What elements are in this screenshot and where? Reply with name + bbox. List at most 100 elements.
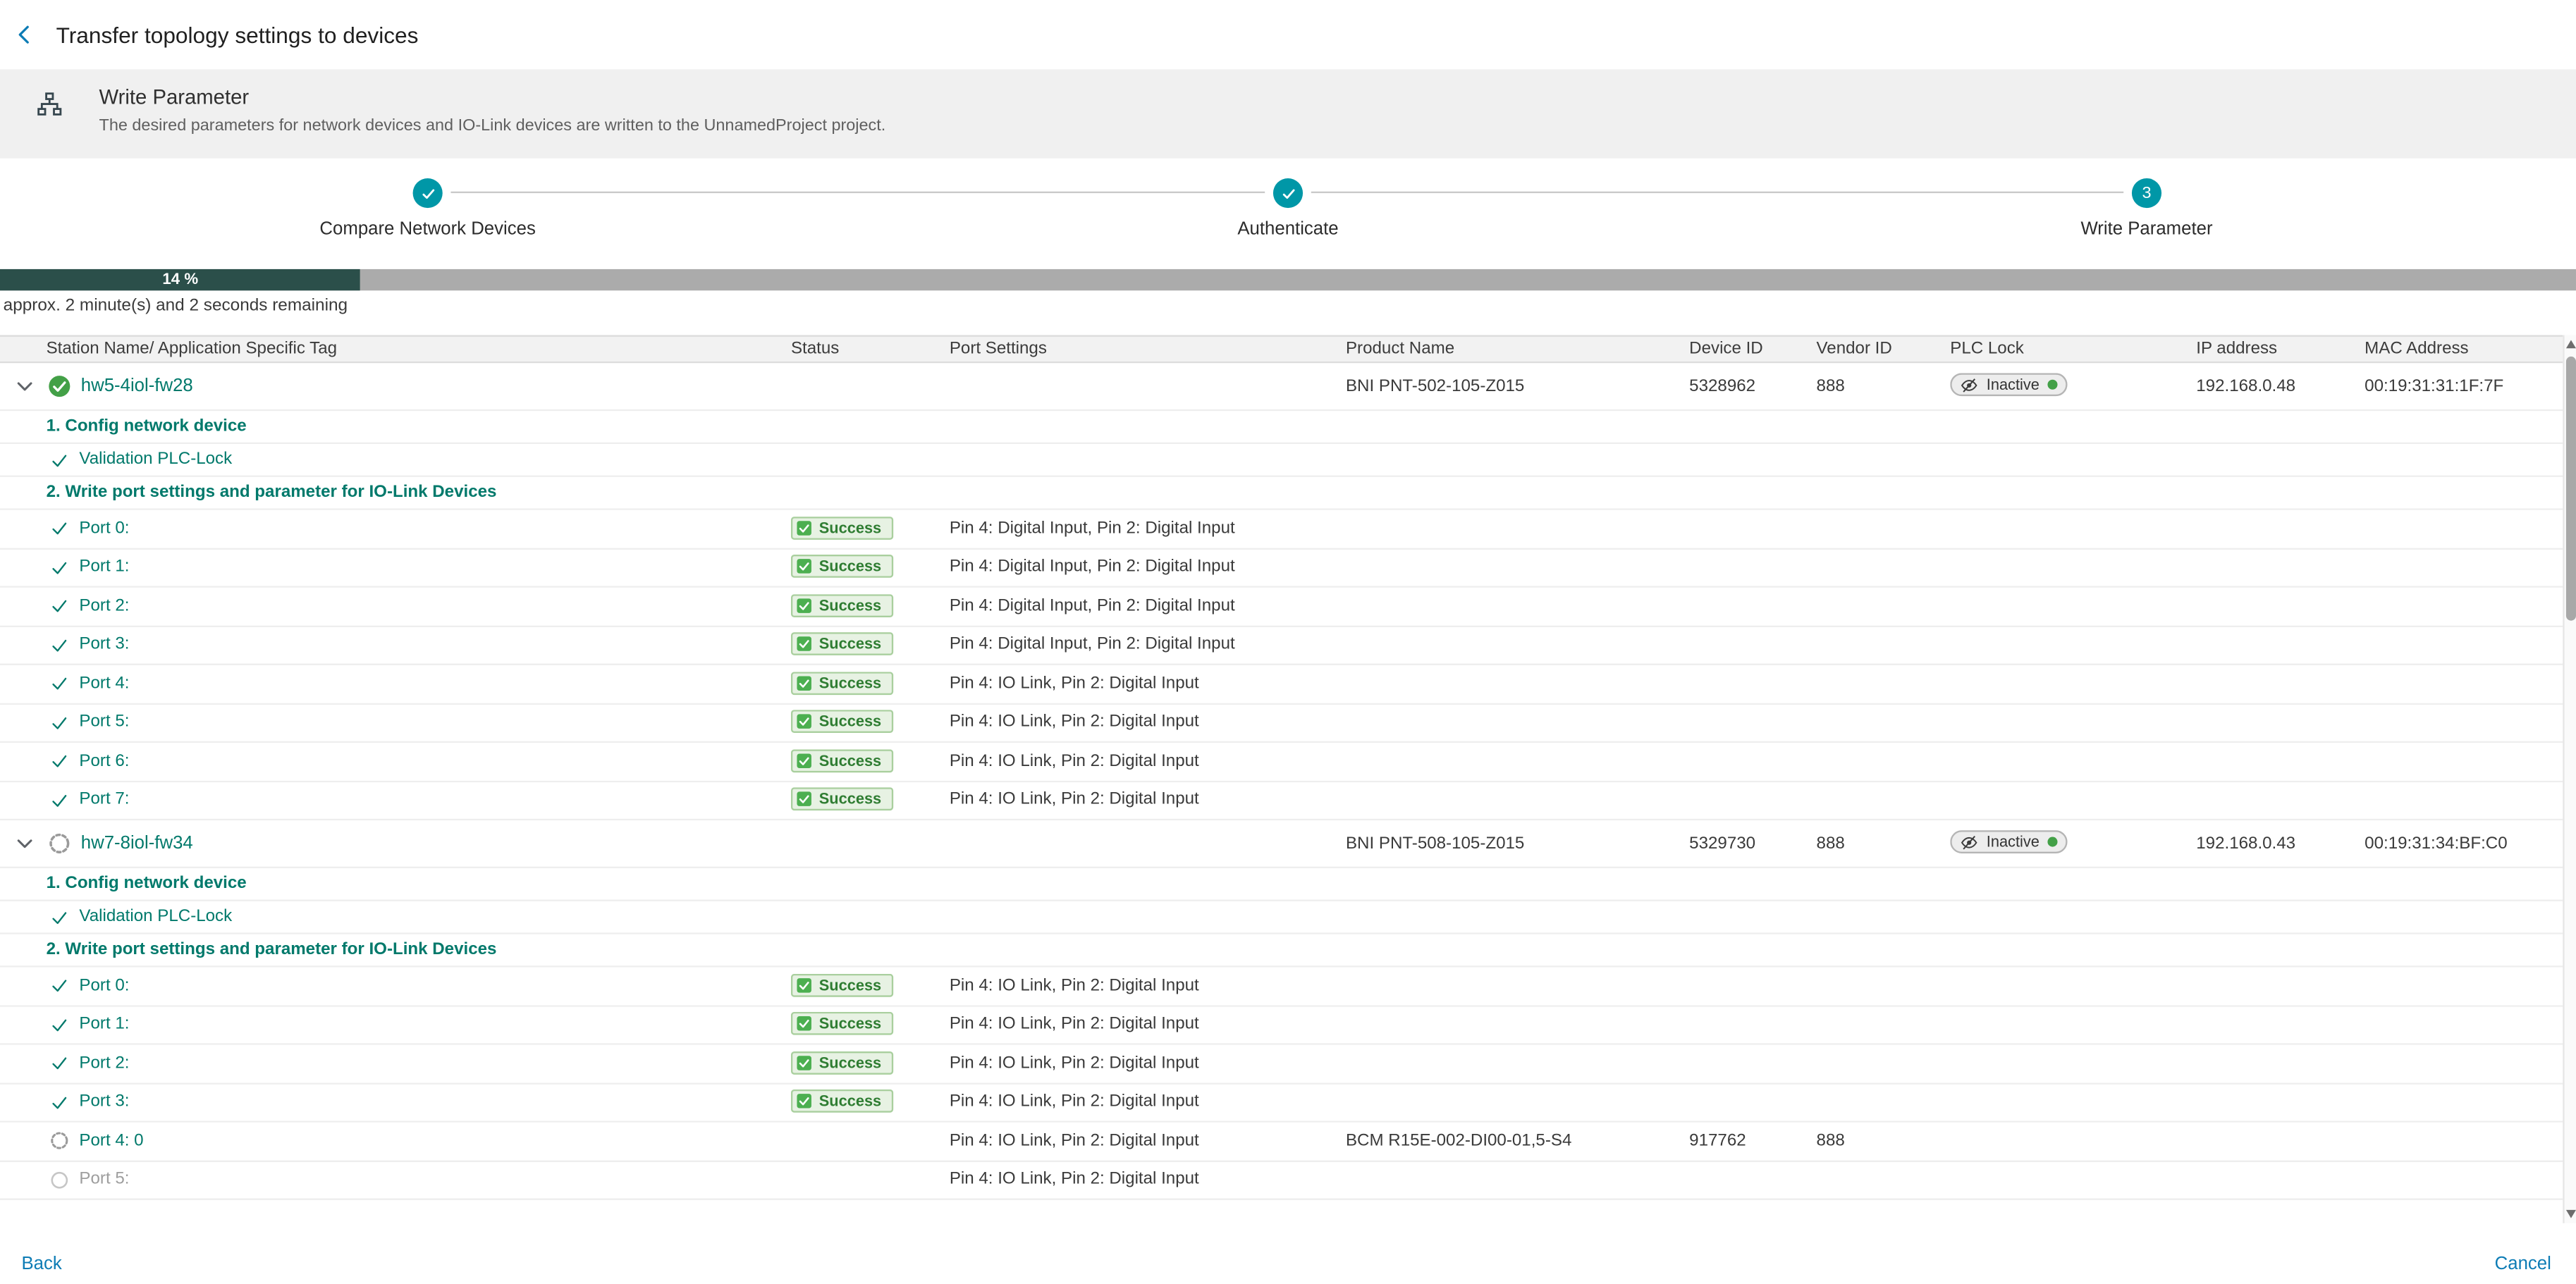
port-settings-cell: Pin 4: IO Link, Pin 2: Digital Input — [950, 1132, 1346, 1150]
table-row-port: Port 5:SuccessPin 4: IO Link, Pin 2: Dig… — [0, 704, 2563, 743]
column-header-8: MAC Address — [2365, 340, 2563, 359]
plc-lock-badge[interactable]: Inactive — [1950, 374, 2067, 397]
step-compare-network-devices[interactable]: Compare Network Devices — [230, 178, 626, 240]
row-label: Port 0: — [79, 977, 129, 995]
scroll-up-arrow-icon[interactable] — [2566, 340, 2576, 349]
table-row-section: 2. Write port settings and parameter for… — [0, 934, 2563, 968]
table-row-section: 1. Config network device — [0, 868, 2563, 901]
table-row-device[interactable]: hw7-8iol-fw34BNI PNT-508-105-Z0155329730… — [0, 820, 2563, 868]
station-cell: 1. Config network device — [0, 411, 791, 443]
row-label: Validation PLC-Lock — [79, 450, 232, 469]
check-icon — [796, 791, 812, 808]
status-dot — [2048, 380, 2058, 390]
status-badge: Success — [791, 517, 893, 540]
check-icon — [796, 1054, 812, 1070]
row-label: Port 7: — [79, 791, 129, 810]
step-write-parameter[interactable]: 3 Write Parameter — [1949, 178, 2345, 240]
plc-lock-badge[interactable]: Inactive — [1950, 831, 2067, 854]
status-cell: Success — [791, 1051, 950, 1075]
section-label: 2. Write port settings and parameter for… — [47, 483, 497, 502]
check-icon — [49, 751, 69, 771]
status-text: Success — [819, 753, 881, 769]
table-row-port: Port 0: Success Pin 4: Digital Input, Pin … — [0, 510, 2563, 549]
status-badge: Success — [791, 973, 893, 996]
check-icon — [796, 519, 812, 536]
station-cell: Port 2: — [0, 1045, 791, 1082]
status-text: Success — [819, 597, 881, 613]
row-label: Port 4: 0 — [79, 1132, 143, 1150]
status-cell: Success — [791, 672, 950, 696]
wizard-dialog: Transfer topology settings to devices Wr… — [0, 0, 2576, 1284]
scrollbar-thumb[interactable] — [2566, 357, 2576, 621]
status-cell: Success — [791, 594, 950, 619]
device-name[interactable]: hw5-4iol-fw28 — [81, 376, 193, 396]
station-cell: hw7-8iol-fw34 — [0, 820, 791, 867]
status-text: Success — [819, 1093, 881, 1109]
product-name-cell: BCM R15E-002-DI00-01,5-S4 — [1346, 1132, 1689, 1150]
row-label: Port 0: — [79, 519, 129, 538]
table-body: hw5-4iol-fw28BNI PNT-502-105-Z0155328962… — [0, 363, 2563, 1200]
check-icon — [49, 907, 69, 927]
chevron-down-icon[interactable] — [13, 375, 37, 398]
station-cell: Port 0: — [0, 510, 791, 548]
section-label: 2. Write port settings and parameter for… — [47, 941, 497, 959]
device-name[interactable]: hw7-8iol-fw34 — [81, 834, 193, 853]
eye-off-icon — [1960, 833, 1978, 851]
section-label: 1. Config network device — [47, 418, 247, 436]
step-done-icon — [1273, 178, 1303, 208]
status-text: Success — [819, 1054, 881, 1070]
status-badge: Success — [791, 1090, 893, 1113]
scroll-down-arrow-icon[interactable] — [2566, 1210, 2576, 1218]
plc-lock-label: Inactive — [1987, 377, 2040, 393]
status-dot — [2048, 837, 2058, 847]
port-settings-cell: Pin 4: IO Link, Pin 2: Digital Input — [950, 674, 1346, 693]
table-row-port: Port 3:SuccessPin 4: Digital Input, Pin … — [0, 626, 2563, 665]
step-authenticate[interactable]: Authenticate — [1090, 178, 1486, 240]
table-header: Station Name/ Application Specific TagSt… — [0, 335, 2563, 363]
check-icon — [49, 635, 69, 655]
ip-address-cell: 192.168.0.43 — [2196, 834, 2365, 853]
status-badge: Success — [791, 594, 893, 617]
status-text: Success — [819, 713, 881, 729]
mac-address-cell: 00:19:31:34:BF:C0 — [2365, 834, 2563, 853]
check-icon — [49, 596, 69, 616]
table-row-device[interactable]: hw5-4iol-fw28BNI PNT-502-105-Z0155328962… — [0, 363, 2563, 411]
section-label: 1. Config network device — [47, 875, 247, 893]
step-number-badge: 3 — [2132, 178, 2161, 208]
back-chevron-icon[interactable] — [13, 23, 37, 47]
column-header-4: Device ID — [1689, 340, 1816, 359]
vendor-id-cell: 888 — [1817, 1132, 1951, 1150]
table-row-port: Port 3:SuccessPin 4: IO Link, Pin 2: Dig… — [0, 1084, 2563, 1123]
check-icon — [49, 712, 69, 732]
chevron-down-icon[interactable] — [13, 832, 37, 856]
port-settings-cell: Pin 4: IO Link, Pin 2: Digital Input — [950, 713, 1346, 731]
check-icon — [796, 713, 812, 729]
station-cell: Port 5: — [0, 1161, 791, 1199]
plc-lock-label: Inactive — [1987, 834, 2040, 850]
port-settings-cell: Pin 4: Digital Input, Pin 2: Digital Inp… — [950, 519, 1346, 538]
table-row-port: Port 4: 0 Pin 4: IO Link, Pin 2: Digital … — [0, 1123, 2563, 1161]
status-badge: Success — [791, 633, 893, 656]
plc-lock-cell: Inactive — [1950, 374, 2196, 399]
table-row-check: Validation PLC-Lock — [0, 444, 2563, 477]
station-cell: Port 2: — [0, 588, 791, 625]
status-cell: Success — [791, 1090, 950, 1115]
check-icon — [796, 597, 812, 613]
port-settings-cell: Pin 4: IO Link, Pin 2: Digital Input — [950, 791, 1346, 810]
back-button[interactable]: Back — [21, 1254, 61, 1274]
table-row-check: Validation PLC-Lock — [0, 901, 2563, 934]
status-text: Success — [819, 791, 881, 808]
step-title: Write Parameter — [99, 86, 886, 109]
row-label: Port 2: — [79, 597, 129, 615]
cancel-button[interactable]: Cancel — [2495, 1254, 2551, 1274]
scrollbar[interactable] — [2563, 335, 2576, 1223]
row-label: Port 6: — [79, 753, 129, 771]
titlebar: Transfer topology settings to devices — [0, 0, 2576, 69]
vendor-id-cell: 888 — [1817, 834, 1951, 853]
check-icon — [796, 558, 812, 574]
check-icon — [796, 977, 812, 993]
check-icon — [49, 1054, 69, 1073]
port-settings-cell: Pin 4: IO Link, Pin 2: Digital Input — [950, 977, 1346, 995]
column-header-6: PLC Lock — [1950, 340, 2196, 359]
progress-fill: 14 % — [0, 269, 361, 290]
